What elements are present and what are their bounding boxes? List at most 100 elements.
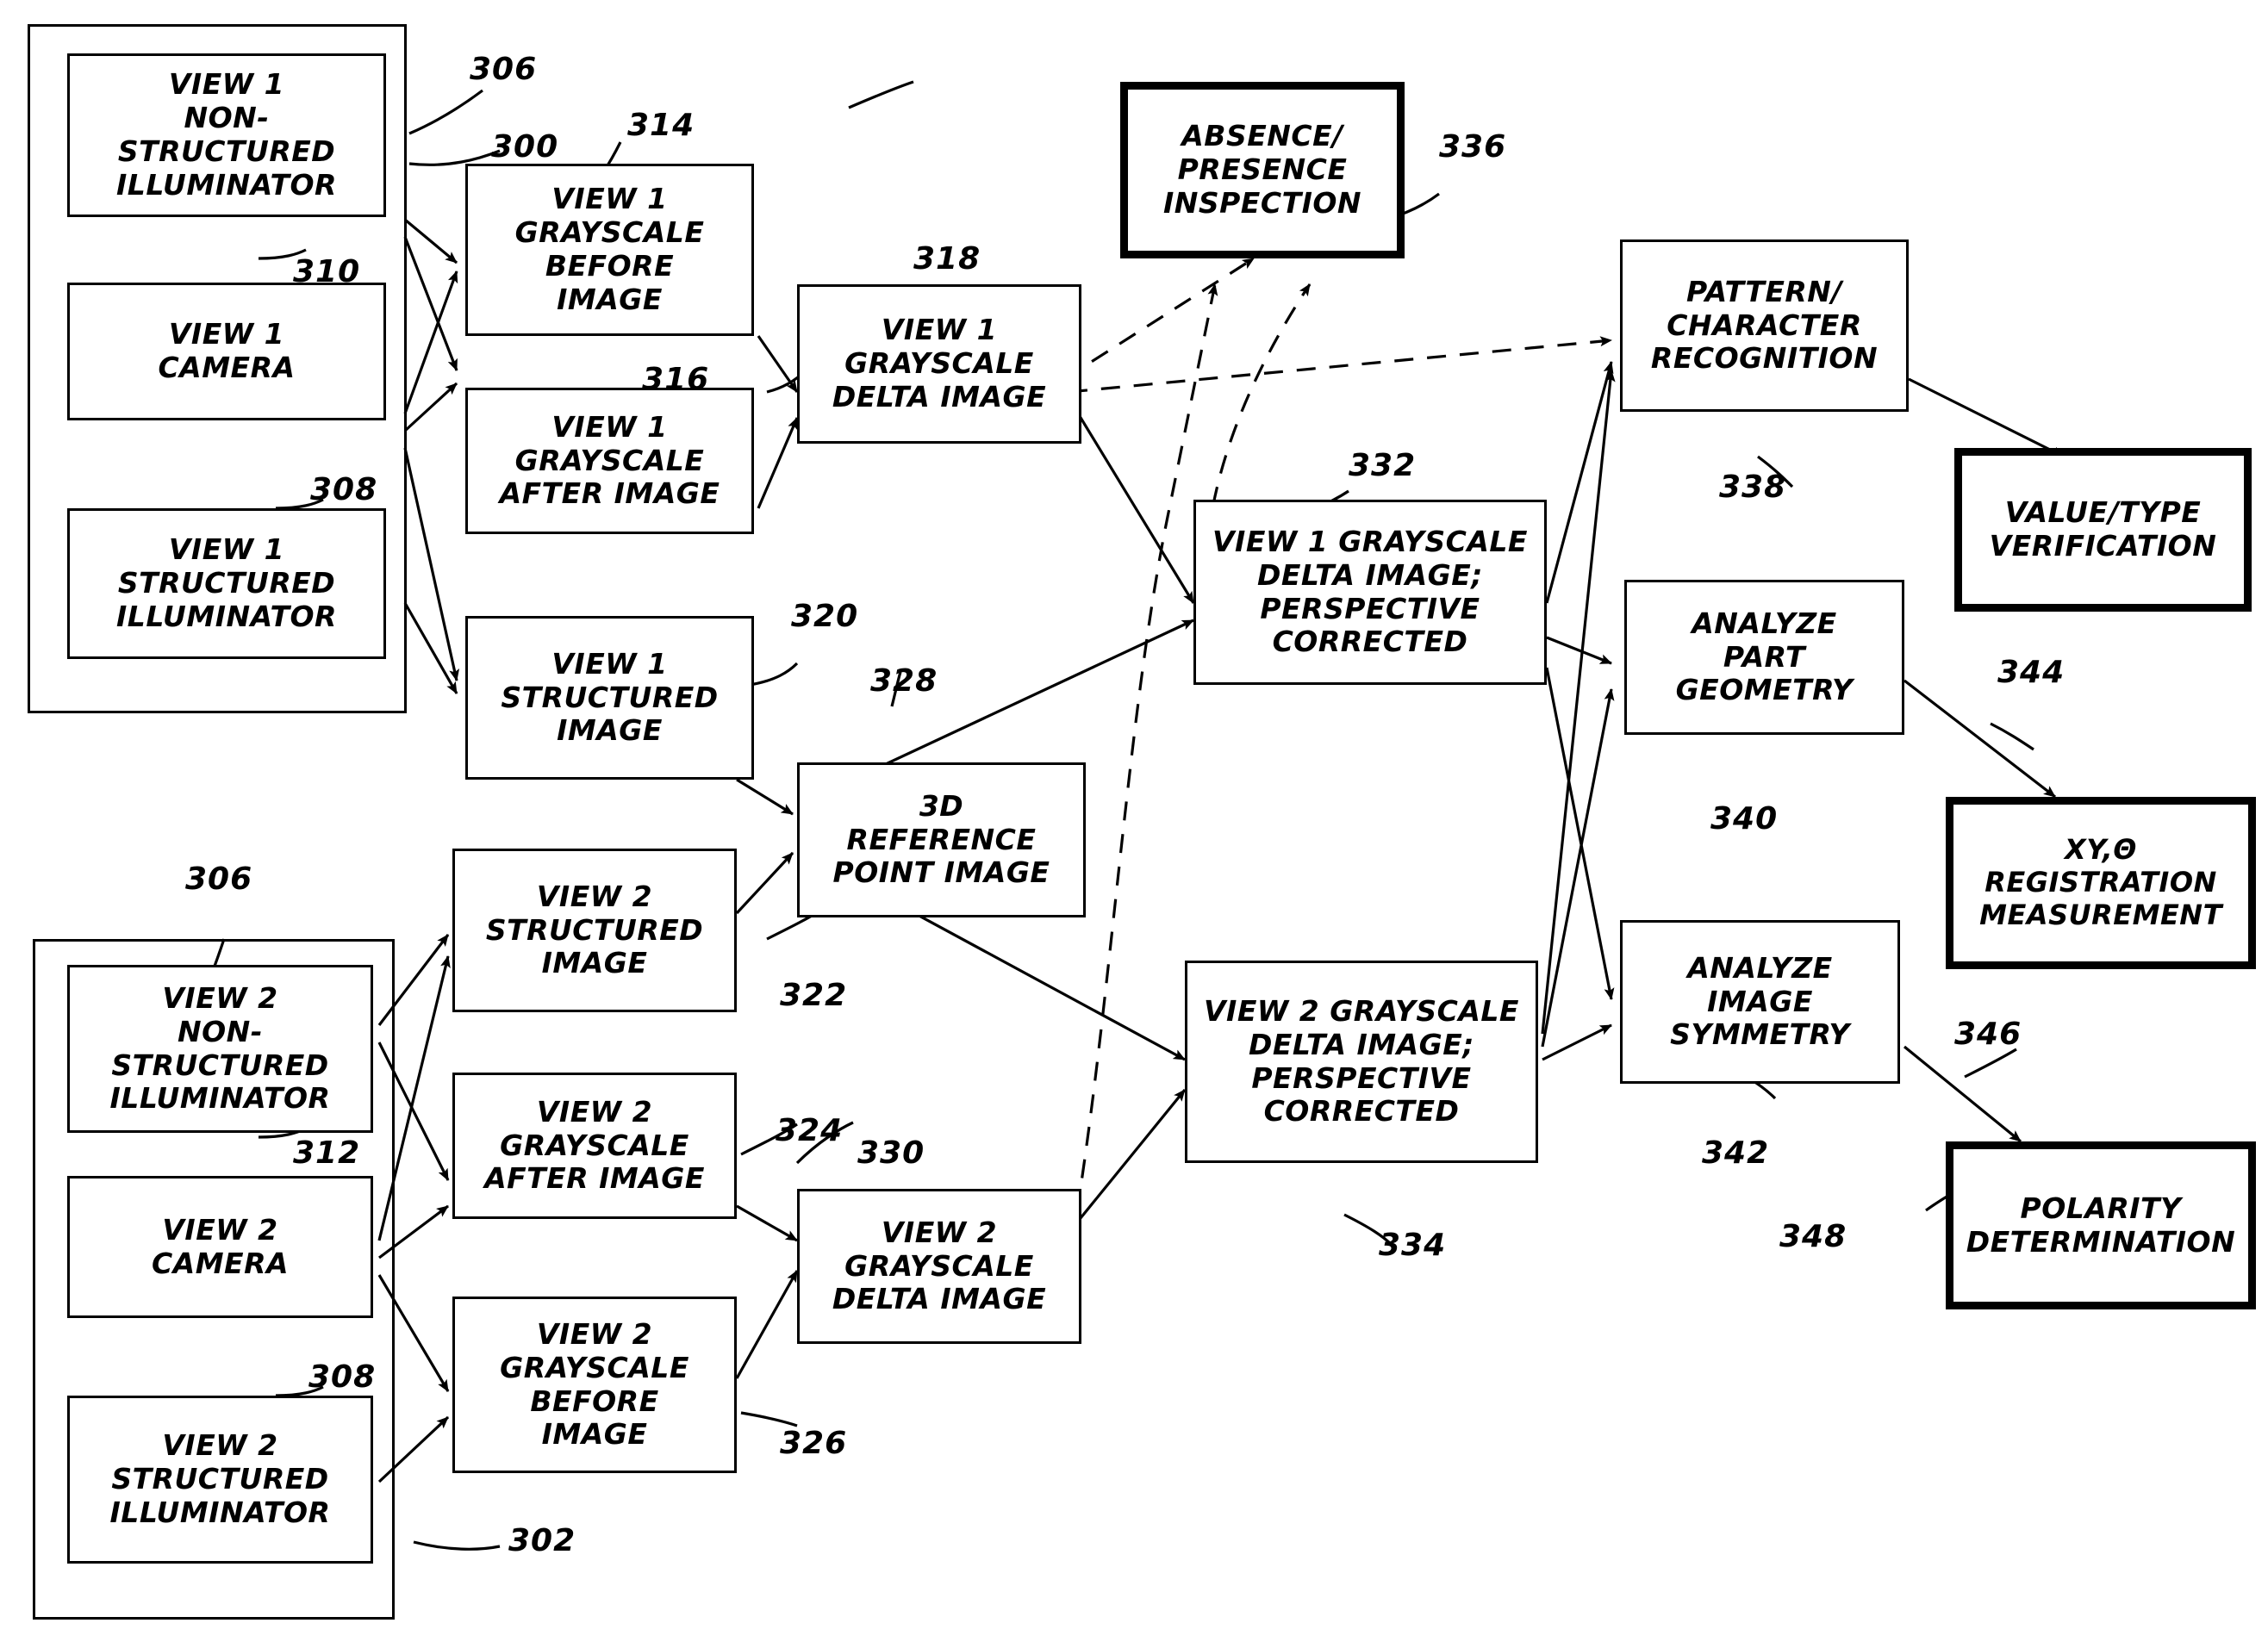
node-label: VIEW 1 CAMERA [158, 317, 296, 384]
ref-numeral-332: 332 [1349, 448, 1417, 483]
node-label: VIEW 1 NON- STRUCTURED ILLUMINATOR [116, 67, 337, 202]
ref-numeral-324: 324 [776, 1113, 844, 1148]
wire-v2persp-to-geometry [1541, 688, 1615, 1048]
node-label: VIEW 1 GRAYSCALE AFTER IMAGE [499, 409, 720, 511]
ref-numeral-306-view2: 306 [185, 861, 253, 897]
wire-v1cam-to-after [403, 382, 458, 432]
ref-numeral-336: 336 [1439, 129, 1507, 165]
node-label: VALUE/TYPE VERIFICATION [1989, 495, 2217, 563]
wire-v1delta-to-pattern [1068, 336, 1612, 394]
wire-v1delta-to-absence [1063, 257, 1255, 381]
node-view2-grayscale-before-image[interactable]: VIEW 2 GRAYSCALE BEFORE IMAGE [452, 1297, 737, 1473]
node-label: ANALYZE IMAGE SYMMETRY [1670, 950, 1850, 1052]
node-view1-nonstructured-illuminator[interactable]: VIEW 1 NON- STRUCTURED ILLUMINATOR [67, 53, 386, 217]
node-view2-structured-image[interactable]: VIEW 2 STRUCTURED IMAGE [452, 849, 737, 1012]
ref-numeral-342: 342 [1702, 1135, 1770, 1171]
node-label: VIEW 2 CAMERA [151, 1212, 290, 1280]
leader-346 [1964, 1048, 2017, 1079]
node-label: VIEW 1 GRAYSCALE BEFORE IMAGE [514, 182, 705, 316]
ref-numeral-330: 330 [857, 1135, 925, 1171]
node-view1-structured-image[interactable]: VIEW 1 STRUCTURED IMAGE [465, 616, 754, 780]
node-view2-structured-illuminator[interactable]: VIEW 2 STRUCTURED ILLUMINATOR [67, 1396, 373, 1564]
node-label: VIEW 2 GRAYSCALE DELTA IMAGE [832, 1215, 1047, 1316]
wire-v1persp-to-symmetry [1545, 667, 1615, 1000]
node-3d-reference-point-image[interactable]: 3D REFERENCE POINT IMAGE [797, 762, 1086, 917]
wire-v1illum-to-after [403, 236, 458, 371]
node-label: VIEW 2 NON- STRUCTURED ILLUMINATOR [109, 980, 331, 1116]
leader-302 [413, 1540, 501, 1551]
node-polarity-determination[interactable]: POLARITY DETERMINATION [1946, 1141, 2256, 1309]
wire-v2structured-to-3dref [735, 851, 794, 915]
node-view2-grayscale-delta-image[interactable]: VIEW 2 GRAYSCALE DELTA IMAGE [797, 1189, 1081, 1344]
node-analyze-part-geometry[interactable]: ANALYZE PART GEOMETRY [1624, 580, 1904, 735]
ref-numeral-308-view2: 308 [308, 1359, 377, 1395]
leader-306-view1 [408, 89, 483, 135]
node-view2-nonstructured-illuminator[interactable]: VIEW 2 NON- STRUCTURED ILLUMINATOR [67, 965, 373, 1133]
node-analyze-image-symmetry[interactable]: ANALYZE IMAGE SYMMETRY [1620, 920, 1900, 1084]
node-view1-delta-perspective-corrected[interactable]: VIEW 1 GRAYSCALE DELTA IMAGE; PERSPECTIV… [1193, 500, 1547, 685]
ref-numeral-300: 300 [491, 129, 559, 165]
wire-v1cam-to-structured [403, 447, 460, 681]
node-xy-theta-registration-measurement[interactable]: XY,Θ REGISTRATION MEASUREMENT [1946, 797, 2256, 969]
node-view1-structured-illuminator[interactable]: VIEW 1 STRUCTURED ILLUMINATOR [67, 508, 386, 659]
ref-numeral-334: 334 [1379, 1228, 1447, 1263]
node-label: VIEW 2 GRAYSCALE DELTA IMAGE; PERSPECTIV… [1204, 993, 1519, 1129]
leader-326 [740, 1411, 798, 1427]
node-label: 3D REFERENCE POINT IMAGE [832, 788, 1050, 890]
wire-pattern-to-valuetype [1908, 377, 2065, 458]
node-label: ANALYZE PART GEOMETRY [1675, 606, 1854, 707]
node-view2-grayscale-after-image[interactable]: VIEW 2 GRAYSCALE AFTER IMAGE [452, 1073, 737, 1219]
leader-320 [749, 662, 799, 687]
wire-v1cam-to-before [403, 271, 458, 414]
ref-numeral-348: 348 [1779, 1219, 1847, 1254]
node-label: VIEW 2 GRAYSCALE BEFORE IMAGE [500, 1316, 689, 1452]
node-label: ABSENCE/ PRESENCE INSPECTION [1162, 119, 1362, 220]
wire-v2after-to-delta [736, 1204, 798, 1242]
ref-numeral-338: 338 [1719, 470, 1787, 505]
patent-flow-diagram: VIEW 1 NON- STRUCTURED ILLUMINATOR VIEW … [0, 0, 2268, 1648]
ref-numeral-328: 328 [870, 663, 938, 699]
wire-v2delta-to-persp [1071, 1088, 1187, 1229]
node-view1-grayscale-delta-image[interactable]: VIEW 1 GRAYSCALE DELTA IMAGE [797, 284, 1081, 444]
wire-v1delta-to-persp [1071, 404, 1195, 604]
node-value-type-verification[interactable]: VALUE/TYPE VERIFICATION [1954, 448, 2252, 612]
leader-300 [408, 149, 501, 166]
wire-v1illum-to-before [403, 218, 458, 264]
node-label: VIEW 2 GRAYSCALE AFTER IMAGE [484, 1094, 705, 1196]
node-label: VIEW 1 STRUCTURED ILLUMINATOR [116, 532, 337, 633]
ref-numeral-326: 326 [780, 1426, 848, 1461]
node-label: XY,Θ REGISTRATION MEASUREMENT [1979, 833, 2222, 931]
node-label: PATTERN/ CHARACTER RECOGNITION [1650, 274, 1879, 376]
node-label: VIEW 2 STRUCTURED IMAGE [485, 879, 704, 980]
node-label: VIEW 1 GRAYSCALE DELTA IMAGE [832, 313, 1047, 414]
node-view1-grayscale-before-image[interactable]: VIEW 1 GRAYSCALE BEFORE IMAGE [465, 164, 754, 336]
ref-numeral-322: 322 [780, 978, 848, 1013]
node-label: POLARITY DETERMINATION [1966, 1191, 2236, 1259]
wire-v1before-to-delta [757, 335, 799, 393]
node-label: VIEW 1 STRUCTURED IMAGE [501, 646, 719, 748]
ref-numeral-312: 312 [293, 1135, 361, 1171]
leader-318-stub [848, 80, 914, 109]
ref-numeral-310: 310 [293, 254, 361, 289]
wire-v1after-to-delta [757, 417, 799, 509]
ref-numeral-344: 344 [1997, 655, 2066, 690]
ref-numeral-320: 320 [791, 599, 859, 634]
node-absence-presence-inspection[interactable]: ABSENCE/ PRESENCE INSPECTION [1120, 82, 1405, 258]
wire-v1structillum-to-structured [403, 602, 458, 694]
node-view2-camera[interactable]: VIEW 2 CAMERA [67, 1176, 373, 1318]
node-pattern-character-recognition[interactable]: PATTERN/ CHARACTER RECOGNITION [1620, 239, 1909, 412]
node-view1-grayscale-after-image[interactable]: VIEW 1 GRAYSCALE AFTER IMAGE [465, 388, 754, 534]
leader-344 [1990, 722, 2034, 751]
ref-numeral-346: 346 [1954, 1017, 2022, 1052]
node-view1-camera[interactable]: VIEW 1 CAMERA [67, 283, 386, 420]
ref-numeral-308-view1: 308 [310, 472, 378, 507]
ref-numeral-316: 316 [642, 362, 710, 397]
wire-symmetry-to-polarity [1903, 1045, 2022, 1143]
ref-numeral-318: 318 [913, 241, 981, 277]
node-label: VIEW 2 STRUCTURED ILLUMINATOR [109, 1428, 331, 1529]
wire-v2before-to-delta [735, 1270, 799, 1379]
wire-v1persp-to-geometry [1546, 636, 1612, 665]
node-view2-delta-perspective-corrected[interactable]: VIEW 2 GRAYSCALE DELTA IMAGE; PERSPECTIV… [1185, 961, 1538, 1163]
ref-numeral-302: 302 [508, 1523, 576, 1558]
ref-numeral-314: 314 [627, 108, 695, 143]
